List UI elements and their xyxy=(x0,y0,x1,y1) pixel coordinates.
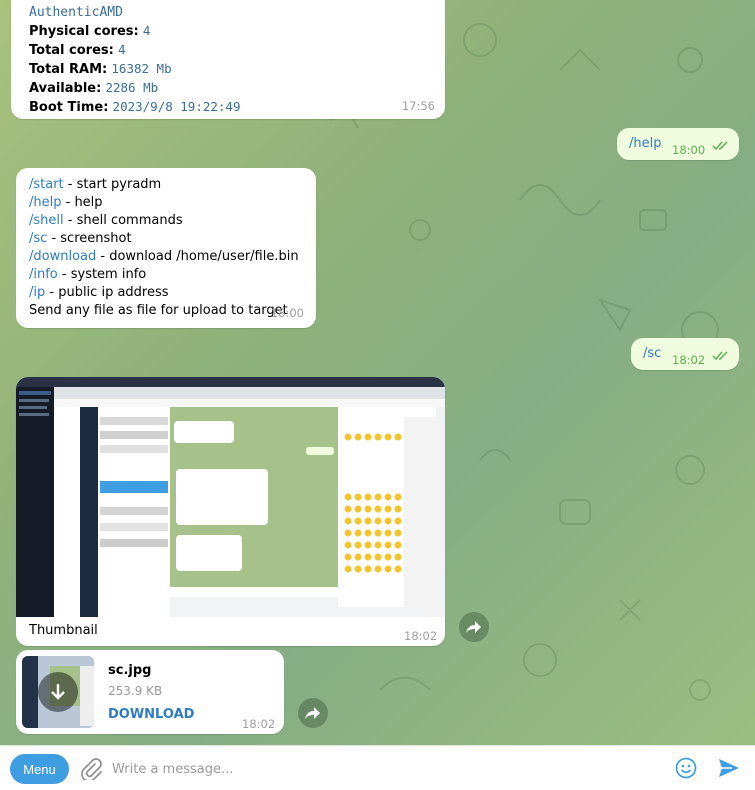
command-description: - screenshot xyxy=(47,231,132,246)
sysinfo-label: Physical cores: xyxy=(29,24,139,39)
forward-arrow-icon xyxy=(466,621,481,633)
sc-command-message: /sc 18:02 xyxy=(631,338,739,370)
message-input-bar: Menu xyxy=(0,745,755,790)
command-link[interactable]: /help xyxy=(29,195,61,210)
help-command-message: /help 18:00 xyxy=(617,128,739,160)
file-thumbnail[interactable] xyxy=(22,656,94,728)
outgoing-text: /help xyxy=(629,136,662,151)
download-icon[interactable] xyxy=(38,672,78,712)
sysinfo-label: Available: xyxy=(29,81,102,96)
double-check-icon xyxy=(712,351,728,361)
file-message: sc.jpg 253.9 KB DOWNLOAD 18:02 xyxy=(16,650,284,734)
forward-button[interactable] xyxy=(298,698,328,728)
help-reply-message: /start - start pyradm /help - help /shel… xyxy=(16,168,316,328)
sysinfo-label: Boot Time: xyxy=(29,100,109,115)
photo-caption: Thumbnail xyxy=(29,623,98,638)
attach-icon[interactable] xyxy=(80,758,102,780)
command-link[interactable]: /download xyxy=(29,249,96,264)
command-link[interactable]: /ip xyxy=(29,285,45,300)
message-time: 18:02 xyxy=(672,353,706,367)
sysinfo-label: Total cores: xyxy=(29,43,114,58)
command-description: - help xyxy=(61,195,103,210)
send-icon[interactable] xyxy=(717,757,741,779)
chat-area: AuthenticAMD Physical cores: 4 Total cor… xyxy=(0,0,755,745)
message-time: 17:56 xyxy=(401,99,435,113)
sysinfo-label: Total RAM: xyxy=(29,62,108,77)
forward-button[interactable] xyxy=(459,612,489,642)
outgoing-text: /sc xyxy=(643,346,662,361)
command-description: - start pyradm xyxy=(63,177,162,192)
sysinfo-value: 2286 Mb xyxy=(105,80,159,95)
sysinfo-value: 2023/9/8 19:22:49 xyxy=(112,99,241,114)
command-link[interactable]: /start xyxy=(29,177,64,192)
double-check-icon xyxy=(712,141,728,151)
message-time: 18:00 xyxy=(270,306,304,320)
screenshot-preview xyxy=(16,377,445,617)
message-time: 18:00 xyxy=(672,143,706,157)
download-link[interactable]: DOWNLOAD xyxy=(108,706,194,724)
message-time: 18:02 xyxy=(404,629,438,643)
sysinfo-value: 16382 Mb xyxy=(111,61,172,76)
command-description: - download /home/user/file.bin xyxy=(96,249,299,264)
command-link[interactable]: /info xyxy=(29,267,58,282)
command-description: - shell commands xyxy=(63,213,183,228)
help-footer: Send any file as file for upload to targ… xyxy=(29,303,288,318)
sysinfo-value: 4 xyxy=(142,23,151,38)
command-link[interactable]: /shell xyxy=(29,213,64,228)
sysinfo-cpu: AuthenticAMD xyxy=(29,5,123,20)
command-description: - public ip address xyxy=(45,285,169,300)
command-description: - system info xyxy=(57,267,147,282)
forward-arrow-icon xyxy=(305,707,320,719)
command-link[interactable]: /sc xyxy=(29,231,47,246)
screenshot-thumbnail[interactable] xyxy=(16,377,445,617)
file-size: 253.9 KB xyxy=(108,684,163,698)
sysinfo-value: 4 xyxy=(117,42,126,57)
menu-button[interactable]: Menu xyxy=(10,754,69,784)
emoji-icon[interactable] xyxy=(675,757,697,779)
message-input[interactable] xyxy=(112,756,652,782)
file-name: sc.jpg xyxy=(108,663,152,678)
sysinfo-message: AuthenticAMD Physical cores: 4 Total cor… xyxy=(11,0,445,119)
message-time: 18:02 xyxy=(242,717,276,731)
